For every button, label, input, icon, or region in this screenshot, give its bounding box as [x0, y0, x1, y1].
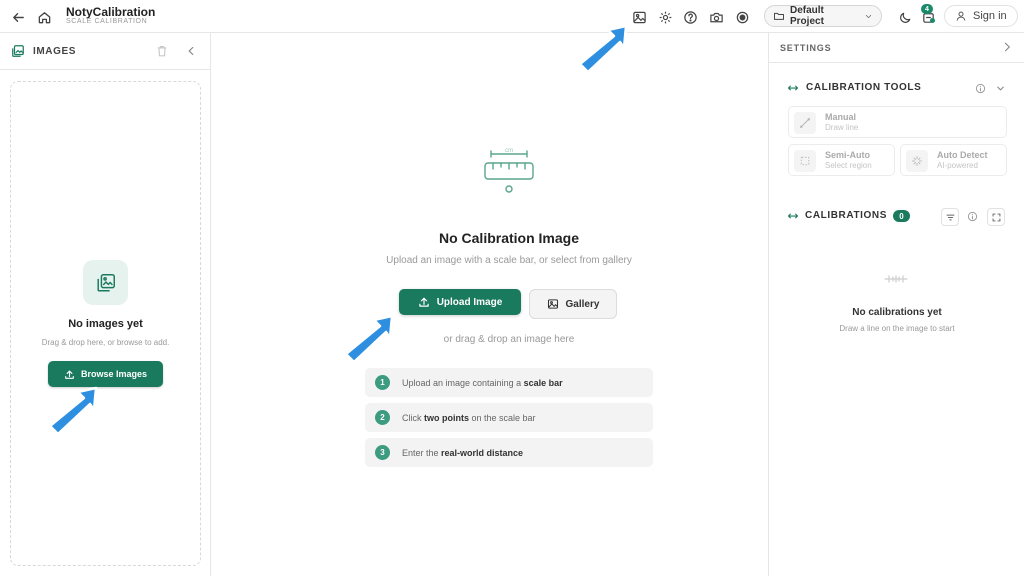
tool-icon-box [794, 150, 816, 172]
project-name: Default Project [790, 5, 824, 27]
help-icon[interactable] [681, 8, 699, 26]
empty-images-title: No images yet [68, 318, 143, 330]
settings-panel-header: SETTINGS [769, 33, 1024, 63]
sign-in-button[interactable]: Sign in [944, 5, 1018, 27]
info-icon[interactable] [967, 211, 978, 222]
ruler-arrows-icon [787, 85, 799, 91]
drag-drop-hint: or drag & drop an image here [443, 334, 575, 345]
fullscreen-button[interactable] [987, 208, 1005, 226]
settings-panel: SETTINGS CALIBRATION TOOLS Manual Draw l… [768, 33, 1024, 576]
empty-ruler-icon [884, 275, 908, 283]
no-image-title: No Calibration Image [438, 230, 580, 246]
gear-icon[interactable] [656, 8, 674, 26]
info-icon[interactable] [975, 83, 986, 94]
camera-icon[interactable] [707, 8, 725, 26]
upload-icon [418, 297, 429, 307]
project-selector[interactable]: Default Project [764, 5, 882, 27]
images-panel: IMAGES No images yet Drag & drop here, o… [0, 33, 211, 576]
browse-images-label: Browse Images [80, 369, 148, 379]
expand-icon [992, 213, 1000, 221]
chevron-down-icon [865, 14, 872, 18]
moon-icon[interactable] [896, 8, 914, 26]
pointer-arrow-icon [48, 386, 98, 436]
upload-image-button[interactable]: Upload Image [399, 289, 521, 315]
tool-semi-auto[interactable]: Semi-Auto Select region [788, 144, 895, 176]
filter-icon [946, 214, 954, 220]
instruction-step: 1 Upload an image containing a scale bar [365, 368, 653, 397]
calibrations-count-badge: 0 [893, 210, 910, 222]
step-text: Upload an image containing a scale bar [402, 377, 563, 388]
trash-icon[interactable] [155, 44, 169, 58]
user-icon [956, 11, 966, 21]
no-calibrations-title: No calibrations yet [852, 307, 942, 318]
draw-line-icon [799, 117, 811, 129]
app-subtitle: SCALE CALIBRATION [66, 18, 148, 25]
image-icon[interactable] [630, 8, 648, 26]
sign-in-label: Sign in [973, 10, 1007, 22]
collapse-chevron-icon[interactable] [184, 44, 198, 58]
no-calibrations-subtitle: Draw a line on the image to start [839, 324, 955, 333]
step-text: Enter the real-world distance [402, 447, 524, 458]
no-image-subtitle: Upload an image with a scale bar, or sel… [386, 255, 632, 266]
tool-description: Select region [825, 161, 872, 170]
calibrations-title: CALIBRATIONS [805, 210, 888, 221]
tool-name: Semi-Auto [825, 150, 870, 160]
upload-icon [65, 370, 74, 379]
step-text: Click two points on the scale bar [402, 412, 536, 423]
tool-name: Auto Detect [937, 150, 988, 160]
back-arrow-icon[interactable] [9, 8, 27, 26]
gallery-label: Gallery [565, 298, 600, 310]
tool-icon-box [794, 112, 816, 134]
images-icon [12, 45, 24, 57]
record-icon[interactable] [733, 8, 751, 26]
step-number: 3 [375, 445, 390, 460]
home-icon[interactable] [35, 8, 53, 26]
calibration-tools-title: CALIBRATION TOOLS [806, 82, 922, 93]
tool-description: Draw line [825, 123, 859, 132]
tool-name: Manual [825, 112, 857, 122]
top-bar: NotyCalibration SCALE CALIBRATION Defaul… [0, 0, 1024, 33]
settings-title: SETTINGS [780, 43, 832, 53]
filter-button[interactable] [941, 208, 959, 226]
gallery-button[interactable]: Gallery [529, 289, 617, 319]
image-icon [547, 299, 558, 309]
ruler-icon: cm [484, 148, 534, 193]
tool-auto-detect[interactable]: Auto Detect AI-powered [900, 144, 1007, 176]
folder-icon [774, 12, 784, 20]
empty-images-icon-box [83, 260, 128, 305]
upload-image-label: Upload Image [436, 296, 503, 308]
tool-description: AI-powered [937, 161, 978, 170]
images-icon [96, 273, 115, 292]
sparkle-icon [912, 156, 922, 166]
notification-status-dot [930, 18, 935, 23]
tool-icon-box [906, 150, 928, 172]
instruction-step: 2 Click two points on the scale bar [365, 403, 653, 432]
instruction-step: 3 Enter the real-world distance [365, 438, 653, 467]
chevron-right-icon[interactable] [1001, 41, 1013, 53]
image-drop-zone[interactable]: No images yet Drag & drop here, or brows… [10, 81, 201, 566]
chevron-down-icon[interactable] [995, 83, 1006, 94]
pointer-arrow-icon [578, 24, 628, 74]
images-panel-title: IMAGES [33, 46, 77, 57]
notification-badge: 4 [921, 4, 933, 14]
images-panel-header: IMAGES [0, 33, 210, 70]
calibration-canvas-area: cm No Calibration Image Upload an image … [211, 33, 768, 576]
step-number: 1 [375, 375, 390, 390]
tool-manual[interactable]: Manual Draw line [788, 106, 1007, 138]
ruler-arrows-icon [787, 213, 799, 219]
ruler-unit-label: cm [505, 148, 513, 154]
pointer-arrow-icon [344, 314, 394, 364]
empty-images-subtitle: Drag & drop here, or browse to add. [41, 338, 170, 347]
step-number: 2 [375, 410, 390, 425]
app-title: NotyCalibration [66, 5, 156, 19]
select-region-icon [800, 156, 810, 166]
